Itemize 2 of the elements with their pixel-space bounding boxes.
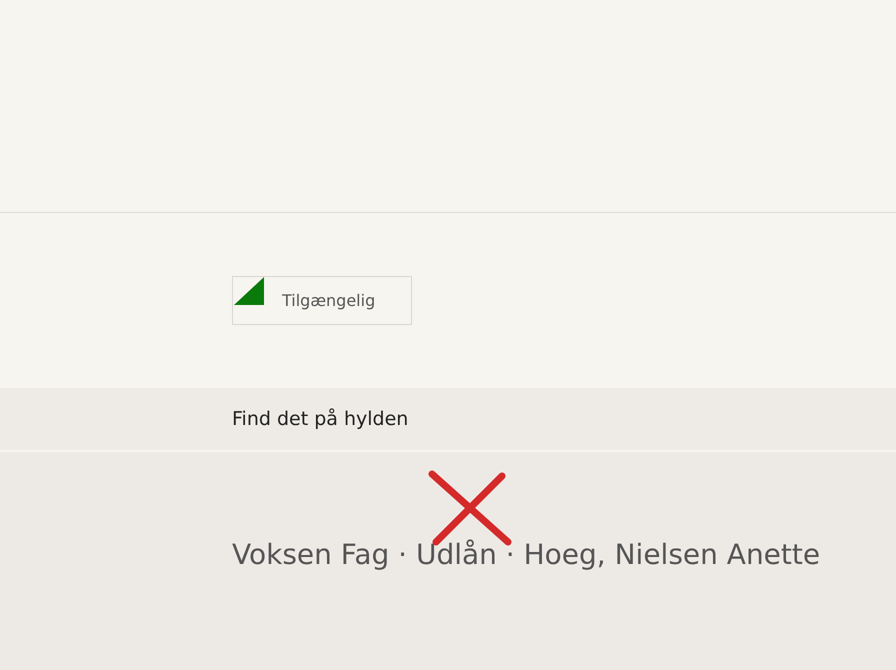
availability-label: Tilgængelig xyxy=(282,291,376,310)
shelf-location: Voksen Fag · Udlån · Hoeg, Nielsen Anette xyxy=(232,538,820,571)
